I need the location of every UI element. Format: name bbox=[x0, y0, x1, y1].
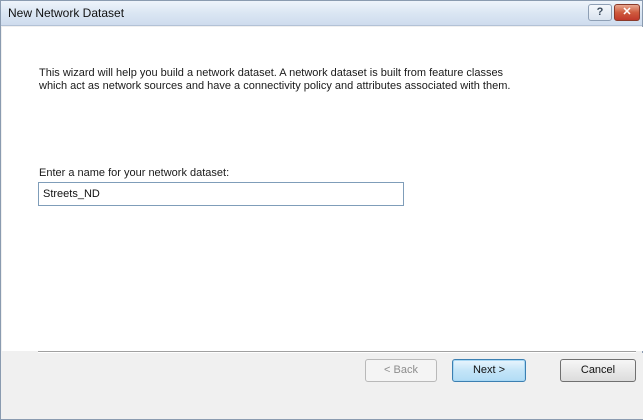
window-title: New Network Dataset bbox=[8, 6, 125, 20]
new-network-dataset-dialog: New Network Dataset ? ✕ This wizard will… bbox=[0, 0, 643, 420]
intro-text: This wizard will help you build a networ… bbox=[39, 67, 511, 92]
help-button[interactable]: ? bbox=[588, 4, 612, 21]
close-icon: ✕ bbox=[622, 6, 632, 18]
next-button[interactable]: Next > bbox=[452, 359, 526, 382]
dataset-name-label: Enter a name for your network dataset: bbox=[39, 167, 230, 179]
title-bar[interactable]: New Network Dataset ? ✕ bbox=[1, 1, 642, 26]
wizard-content: This wizard will help you build a networ… bbox=[2, 27, 643, 351]
help-icon: ? bbox=[596, 6, 604, 18]
close-button[interactable]: ✕ bbox=[614, 4, 640, 21]
cancel-button[interactable]: Cancel bbox=[560, 359, 636, 382]
wizard-footer bbox=[2, 353, 643, 419]
back-button[interactable]: < Back bbox=[365, 359, 437, 382]
dataset-name-input[interactable] bbox=[38, 182, 404, 206]
